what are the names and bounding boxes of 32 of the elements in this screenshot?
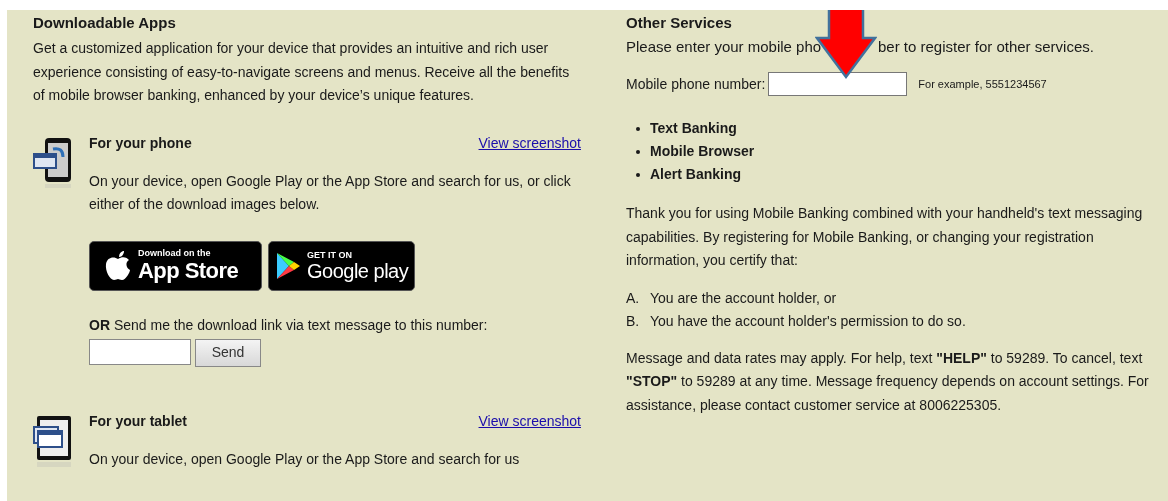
service-name: Text Banking <box>650 119 737 138</box>
view-screenshot-link[interactable]: View screenshot <box>478 132 581 153</box>
app-title: For your tablet <box>89 411 187 431</box>
app-title: For your phone <box>89 133 192 153</box>
play-icon <box>275 251 301 280</box>
terms-paragraph: Thank you for using Mobile Banking combined with your handheld's text messaging capabilities. By registering for Mobile Banking, or changing your registration information, you certify that: <box>626 204 1144 270</box>
field-label: Mobile phone number: <box>626 74 766 94</box>
app-description: On your device, open Google Play or the App Store and search for us <box>89 449 521 469</box>
phone-icon <box>33 136 71 189</box>
list-marker: A. <box>626 288 641 308</box>
service-name: Mobile Browser <box>650 142 755 161</box>
intro-text: ber to register for other services. <box>878 37 1094 57</box>
intro-text: Please enter your mobile pho <box>626 37 823 57</box>
rates-paragraph: Message and data rates may apply. For help, text "HELP" to 59289. To cancel, text "STOP" to 59289 at any time. Message frequency depends on account settings. For assistance, please contact customer service at 8006225305. <box>626 348 1150 415</box>
mobile-number-field[interactable] <box>768 72 908 96</box>
field-hint: For example, 5551234567 <box>918 76 1047 92</box>
condition-text: You are the account holder, or <box>650 288 837 308</box>
apple-icon <box>104 249 132 282</box>
app-description: On your device, open Google Play or the App Store and search for us, or click either of the download images below. <box>89 171 572 214</box>
tablet-icon <box>33 414 71 467</box>
intro-paragraph: Get a customized application for your device that provides an intuitive and rich user experience consisting of easy-to-navigate screens and menus. Receive all the benefits of mobile browser banking, enhanced by your device’s unique features. <box>33 39 571 105</box>
condition-text: You have the account holder's permission to do so. <box>650 311 966 331</box>
list-marker: B. <box>626 311 641 331</box>
send-button[interactable]: Send <box>195 338 261 367</box>
service-name: Alert Banking <box>650 165 741 184</box>
section-heading: Downloadable Apps <box>33 13 177 33</box>
phone-number-field[interactable] <box>89 338 191 365</box>
view-screenshot-link[interactable]: View screenshot <box>478 410 581 431</box>
google-play-badge[interactable]: GET IT ON Google play <box>268 240 415 291</box>
send-instruction: OR Send me the download link via text message to this number: <box>89 315 489 335</box>
app-store-badge[interactable]: Download on the App Store <box>89 240 262 291</box>
section-heading: Other Services <box>626 13 733 33</box>
